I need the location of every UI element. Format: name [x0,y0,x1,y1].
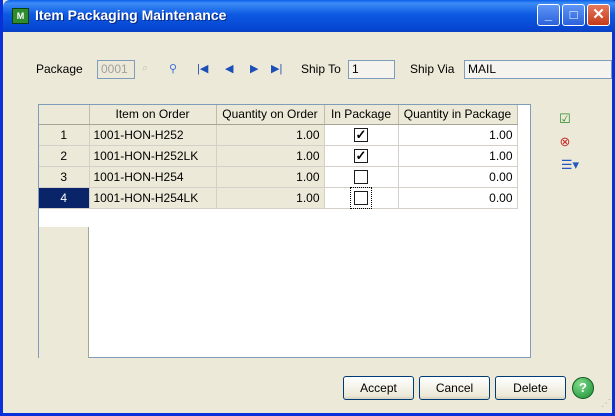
item-on-order-cell: 1001-HON-H254LK [89,187,217,209]
search-icon[interactable]: ⚲ [169,62,177,75]
row-number[interactable]: 1 [39,124,90,146]
item-on-order-cell: 1001-HON-H252LK [89,145,217,167]
column-header-item-on-order[interactable]: Item on Order [89,105,217,125]
grid-corner-header [39,105,90,125]
first-record-icon[interactable]: |◀ [197,62,208,75]
delete-button[interactable]: Delete [495,376,566,400]
in-package-checkbox[interactable]: ✓ [354,127,368,142]
ship-to-field[interactable]: 1 [348,60,395,79]
accept-button-label: Accept [360,381,397,395]
in-package-checkbox[interactable]: ✓ [354,148,368,163]
in-package-cell[interactable] [324,186,399,209]
quantity-in-package-cell[interactable]: 0.00 [398,187,518,209]
in-package-checkbox[interactable] [350,186,372,209]
close-button[interactable]: ✕ [587,4,610,26]
column-header-in-package[interactable]: In Package [324,105,399,125]
maximize-button[interactable]: □ [562,4,585,26]
previous-record-icon[interactable]: ◀ [225,62,233,75]
ship-via-field[interactable]: MAIL [464,60,612,79]
help-button[interactable]: ? [572,377,594,399]
window-title: Item Packaging Maintenance [35,7,227,23]
column-header-quantity-in-package[interactable]: Quantity in Package [398,105,518,125]
quantity-on-order-cell: 1.00 [216,166,325,188]
last-record-icon[interactable]: ▶| [271,62,282,75]
cancel-button[interactable]: Cancel [419,376,490,400]
resize-grip-icon[interactable]: ⋰ [601,398,611,409]
row-number[interactable]: 2 [39,145,90,167]
next-record-icon[interactable]: ▶ [250,62,258,75]
package-label: Package [36,62,83,76]
uncheck-all-icon[interactable]: ⊗ [557,134,573,150]
table-row[interactable]: 4 1001-HON-H254LK 1.00 0.00 [39,186,518,209]
quantity-in-package-cell[interactable]: 1.00 [398,145,518,167]
ship-via-label: Ship Via [410,62,455,76]
quantity-in-package-cell[interactable]: 1.00 [398,124,518,146]
accept-button[interactable]: Accept [343,376,414,400]
column-header-quantity-on-order[interactable]: Quantity on Order [216,105,325,125]
cancel-button-label: Cancel [435,381,474,395]
ship-to-label: Ship To [301,62,341,76]
check-all-icon[interactable]: ☑ [557,111,573,127]
quantity-in-package-cell[interactable]: 0.00 [398,166,518,188]
item-on-order-cell: 1001-HON-H254 [89,166,217,188]
table-row[interactable]: 2 1001-HON-H252LK 1.00 ✓ 1.00 [39,145,518,167]
in-package-checkbox[interactable] [354,169,368,184]
table-row[interactable]: 1 1001-HON-H252 1.00 ✓ 1.00 [39,124,518,146]
options-menu-icon[interactable]: ☰▾ [557,157,583,173]
table-row[interactable]: 3 1001-HON-H254 1.00 0.00 [39,166,518,188]
in-package-cell[interactable] [324,166,399,188]
row-number[interactable]: 4 [39,187,90,209]
item-packaging-window: M Item Packaging Maintenance _ □ ✕ Packa… [0,0,615,416]
package-grid[interactable]: Item on Order Quantity on Order In Packa… [38,104,531,358]
row-header-filler [39,227,89,358]
row-number[interactable]: 3 [39,166,90,188]
in-package-cell[interactable]: ✓ [324,124,399,146]
item-on-order-cell: 1001-HON-H252 [89,124,217,146]
minimize-button[interactable]: _ [537,4,560,26]
app-icon: M [12,8,29,24]
quantity-on-order-cell: 1.00 [216,187,325,209]
quantity-on-order-cell: 1.00 [216,145,325,167]
in-package-cell[interactable]: ✓ [324,145,399,167]
delete-button-label: Delete [513,381,548,395]
title-bar[interactable]: M Item Packaging Maintenance _ □ ✕ [3,0,615,32]
quantity-on-order-cell: 1.00 [216,124,325,146]
package-field[interactable]: 0001 [97,60,135,79]
lookup-icon: ⌕ [142,62,149,74]
